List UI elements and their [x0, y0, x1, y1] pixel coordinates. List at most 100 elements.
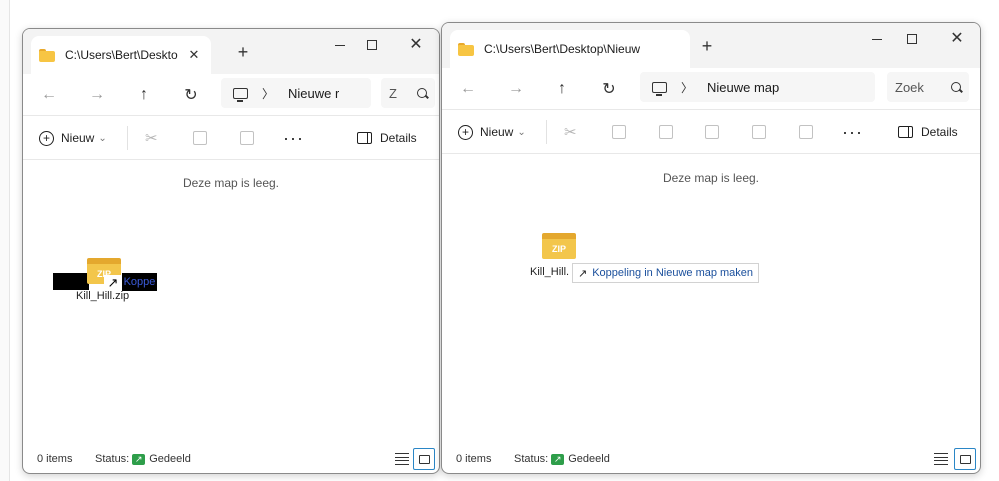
- delete-button[interactable]: [799, 122, 813, 142]
- more-options-button[interactable]: ···: [283, 128, 304, 148]
- tab-close-icon[interactable]: ✕: [185, 47, 203, 63]
- list-view-button[interactable]: [934, 453, 948, 465]
- zip-label: ZIP: [542, 239, 576, 259]
- tiles-view-icon: [418, 454, 430, 464]
- up-button[interactable]: ↑: [132, 83, 156, 107]
- navigation-bar: ← → ↑ ↻ 〉 Nieuwe r Z: [23, 74, 439, 116]
- maximize-icon: [907, 34, 917, 44]
- file-name-label[interactable]: Kill_Hill.zip: [76, 290, 129, 302]
- copy-button[interactable]: [193, 128, 207, 148]
- command-bar: + Nieuw ⌄ ✂ ··· Details: [23, 116, 439, 160]
- background-panel-edge: [0, 0, 10, 481]
- details-button[interactable]: Details: [357, 128, 417, 148]
- new-label: Nieuw: [61, 131, 95, 145]
- cut-icon: ✂: [564, 124, 577, 141]
- share-icon: [752, 125, 766, 139]
- new-button[interactable]: + Nieuw ⌄: [39, 128, 107, 148]
- address-bar[interactable]: 〉 Nieuwe r: [221, 78, 371, 108]
- new-label: Nieuw: [480, 125, 514, 139]
- status-bar: 0 items Status: ↗ Gedeeld: [23, 447, 439, 473]
- copy-button[interactable]: [612, 122, 626, 142]
- status-label: Status:: [514, 453, 549, 465]
- title-bar: C:\Users\Bert\Deskto ✕ + ✕: [23, 29, 439, 74]
- paste-button[interactable]: [240, 128, 254, 148]
- drag-label-partial: Koppe: [122, 273, 157, 291]
- new-button[interactable]: + Nieuw ⌄: [458, 122, 526, 142]
- item-count: 0 items: [37, 453, 73, 465]
- close-icon: ✕: [950, 30, 964, 47]
- cut-button[interactable]: ✂: [145, 128, 158, 148]
- trash-icon: [799, 125, 813, 139]
- maximize-icon: [367, 40, 377, 50]
- search-input[interactable]: Z: [381, 78, 435, 108]
- new-tab-button[interactable]: +: [233, 42, 253, 63]
- forward-button[interactable]: →: [85, 83, 109, 107]
- status-info: Status: ↗ Gedeeld: [514, 453, 610, 465]
- close-window-button[interactable]: ✕: [401, 35, 431, 55]
- redacted-block: [53, 273, 89, 290]
- search-icon: [417, 88, 427, 98]
- status-info: Status: ↗ Gedeeld: [95, 453, 191, 465]
- more-options-button[interactable]: ···: [842, 122, 863, 142]
- details-pane-icon: [357, 132, 372, 144]
- minimize-button[interactable]: [862, 29, 892, 49]
- plus-circle-icon: +: [39, 130, 54, 146]
- breadcrumb-folder[interactable]: Nieuwe r: [288, 86, 339, 101]
- tiles-view-button[interactable]: [954, 448, 976, 470]
- cut-icon: ✂: [145, 130, 158, 147]
- copy-icon: [193, 131, 207, 145]
- address-bar[interactable]: 〉 Nieuwe map: [640, 72, 875, 102]
- status-bar: 0 items Status: ↗ Gedeeld: [442, 447, 980, 473]
- close-icon: ✕: [409, 36, 423, 53]
- tab-active[interactable]: C:\Users\Bert\Desktop\Nieuw: [450, 30, 690, 68]
- up-button[interactable]: ↑: [550, 77, 574, 101]
- status-value: Gedeeld: [149, 453, 191, 465]
- folder-icon: [39, 48, 55, 62]
- more-icon: ···: [283, 127, 304, 148]
- back-button[interactable]: ←: [37, 83, 61, 107]
- status-label: Status:: [95, 453, 130, 465]
- this-pc-icon: [233, 87, 248, 102]
- refresh-button[interactable]: ↻: [179, 83, 203, 107]
- empty-folder-message: Deze map is leeg.: [182, 176, 280, 190]
- shared-icon: ↗: [551, 453, 565, 465]
- plus-circle-icon: +: [458, 124, 473, 140]
- details-button[interactable]: Details: [898, 122, 958, 142]
- back-button[interactable]: ←: [456, 77, 480, 101]
- minimize-icon: [335, 44, 345, 46]
- command-bar: + Nieuw ⌄ ✂ ··· Details: [442, 110, 980, 154]
- tiles-view-button[interactable]: [413, 448, 435, 470]
- maximize-button[interactable]: [357, 35, 387, 55]
- tab-title: C:\Users\Bert\Desktop\Nieuw: [484, 42, 641, 56]
- copy-icon: [612, 125, 626, 139]
- minimize-button[interactable]: [325, 35, 355, 55]
- explorer-window-left: C:\Users\Bert\Deskto ✕ + ✕ ← → ↑ ↻ 〉 Nie…: [22, 28, 440, 474]
- maximize-button[interactable]: [897, 29, 927, 49]
- item-count: 0 items: [456, 453, 492, 465]
- paste-button[interactable]: [659, 122, 673, 142]
- details-label: Details: [380, 131, 417, 145]
- refresh-button[interactable]: ↻: [597, 77, 621, 101]
- rename-button[interactable]: [705, 122, 719, 142]
- list-view-button[interactable]: [395, 453, 409, 465]
- new-tab-button[interactable]: +: [697, 36, 717, 57]
- empty-folder-message: Deze map is leeg.: [662, 171, 760, 185]
- chevron-down-icon: ⌄: [98, 132, 107, 144]
- forward-button[interactable]: →: [504, 77, 528, 101]
- folder-icon: [458, 42, 474, 56]
- file-name-label[interactable]: Kill_Hill.: [530, 266, 569, 278]
- drag-tooltip-text: Koppeling in Nieuwe map maken: [592, 267, 754, 279]
- close-window-button[interactable]: ✕: [942, 29, 972, 49]
- this-pc-icon: [652, 81, 667, 96]
- toolbar-divider: [127, 126, 128, 150]
- zip-file-icon[interactable]: ZIP: [542, 233, 576, 259]
- search-input[interactable]: Zoek: [887, 72, 969, 102]
- details-pane-icon: [898, 126, 913, 138]
- chevron-right-icon[interactable]: 〉: [262, 85, 274, 102]
- chevron-right-icon[interactable]: 〉: [681, 79, 693, 96]
- minimize-icon: [872, 38, 882, 40]
- breadcrumb-folder[interactable]: Nieuwe map: [707, 80, 779, 95]
- tab-active[interactable]: C:\Users\Bert\Deskto ✕: [31, 36, 211, 74]
- cut-button[interactable]: ✂: [564, 122, 577, 142]
- share-button[interactable]: [752, 122, 766, 142]
